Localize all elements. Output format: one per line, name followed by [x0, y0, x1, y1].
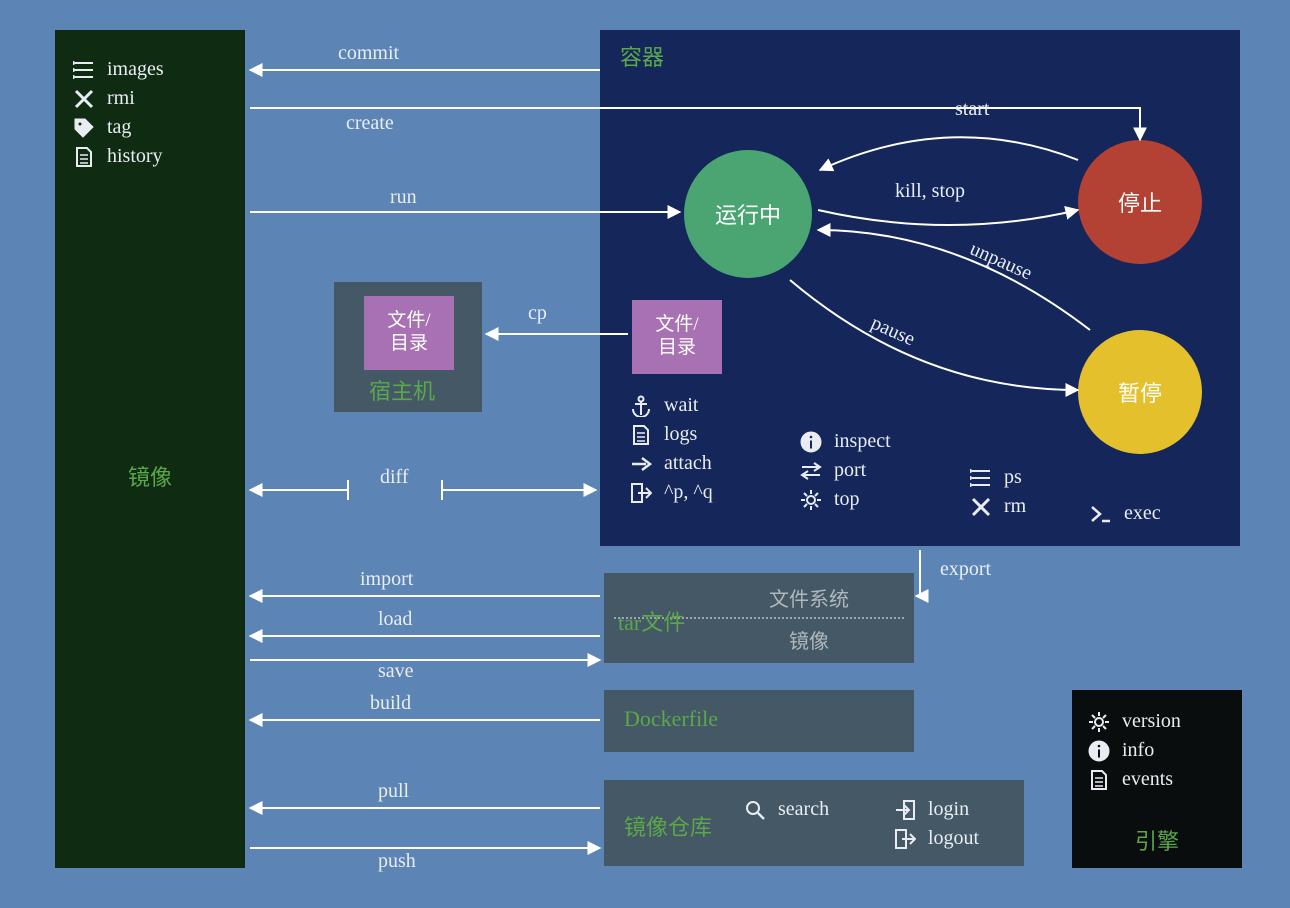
images-panel: images rmi tag history 镜像 — [55, 30, 245, 868]
engine-title: 引擎 — [1135, 824, 1179, 856]
logs-cmd: logs — [630, 423, 713, 446]
host-panel: 文件/ 目录 宿主机 — [334, 282, 482, 412]
edge-load: load — [378, 608, 412, 631]
container-file-tile: 文件/ 目录 — [632, 300, 722, 374]
prompt-icon — [1090, 503, 1112, 525]
detach-cmd: ^p, ^q — [630, 481, 713, 504]
file-icon — [73, 146, 95, 168]
registry-label: 镜像仓库 — [624, 810, 712, 842]
logout-cmd: logout — [894, 827, 979, 850]
tar-box: 文件系统 tar文件 镜像 — [604, 573, 914, 663]
file-icon — [630, 424, 652, 446]
edge-run: run — [390, 186, 417, 209]
edge-pull: pull — [378, 780, 409, 803]
events-cmd: events — [1088, 768, 1226, 791]
edge-build: build — [370, 692, 411, 715]
port-cmd: port — [800, 459, 891, 482]
label: history — [107, 145, 163, 168]
logout-icon — [894, 828, 916, 850]
label: rmi — [107, 87, 135, 110]
edge-start: start — [955, 98, 989, 121]
edge-save: save — [378, 660, 414, 683]
search-cmd: search — [744, 798, 829, 821]
rm-cmd: rm — [970, 495, 1026, 518]
images-title: 镜像 — [128, 460, 172, 492]
images-cmd: images — [73, 58, 227, 81]
tar-label: tar文件 — [618, 605, 685, 637]
login-cmd: login — [894, 798, 979, 821]
inspect-cmd: inspect — [800, 430, 891, 453]
info-icon — [1088, 740, 1110, 762]
swap-icon — [800, 460, 822, 482]
x-icon — [970, 496, 992, 518]
anchor-icon — [630, 395, 652, 417]
gear-icon — [1088, 711, 1110, 733]
container-title: 容器 — [620, 40, 664, 72]
gears-icon — [800, 489, 822, 511]
exit-icon — [630, 482, 652, 504]
attach-cmd: attach — [630, 452, 713, 475]
state-running: 运行中 — [684, 150, 812, 278]
tag-cmd: tag — [73, 116, 227, 139]
top-cmd: top — [800, 488, 891, 511]
tar-fs: 文件系统 — [769, 583, 849, 612]
state-stopped: 停止 — [1078, 140, 1202, 264]
list-icon — [73, 59, 95, 81]
info-icon — [800, 431, 822, 453]
exec-cmd: exec — [1090, 502, 1161, 525]
list-icon — [970, 467, 992, 489]
host-title: 宿主机 — [369, 374, 435, 406]
ps-cmd: ps — [970, 466, 1026, 489]
tar-img: 镜像 — [789, 625, 829, 654]
dockerfile-box: Dockerfile — [604, 690, 914, 752]
registry-box: 镜像仓库 search login logout — [604, 780, 1024, 866]
dockerfile-label: Dockerfile — [624, 706, 718, 732]
label: tag — [107, 116, 131, 139]
rmi-cmd: rmi — [73, 87, 227, 110]
engine-box: version info events 引擎 — [1072, 690, 1242, 868]
container-panel: 容器 运行中 停止 暂停 文件/ 目录 wait logs attach ^p,… — [600, 30, 1240, 546]
edge-diff: diff — [380, 466, 409, 489]
wait-cmd: wait — [630, 394, 713, 417]
history-cmd: history — [73, 145, 227, 168]
edge-commit: commit — [338, 42, 399, 65]
edge-export: export — [940, 558, 991, 581]
label: images — [107, 58, 164, 81]
edge-cp: cp — [528, 302, 547, 325]
arrow-right-icon — [630, 453, 652, 475]
info-cmd: info — [1088, 739, 1226, 762]
search-icon — [744, 799, 766, 821]
version-cmd: version — [1088, 710, 1226, 733]
tag-icon — [73, 117, 95, 139]
host-file-tile: 文件/ 目录 — [364, 296, 454, 370]
edge-import: import — [360, 568, 413, 591]
edge-create: create — [346, 112, 394, 135]
file-icon — [1088, 769, 1110, 791]
x-icon — [73, 88, 95, 110]
edge-push: push — [378, 850, 416, 873]
edge-killstop: kill, stop — [895, 180, 965, 203]
login-icon — [894, 799, 916, 821]
state-paused: 暂停 — [1078, 330, 1202, 454]
